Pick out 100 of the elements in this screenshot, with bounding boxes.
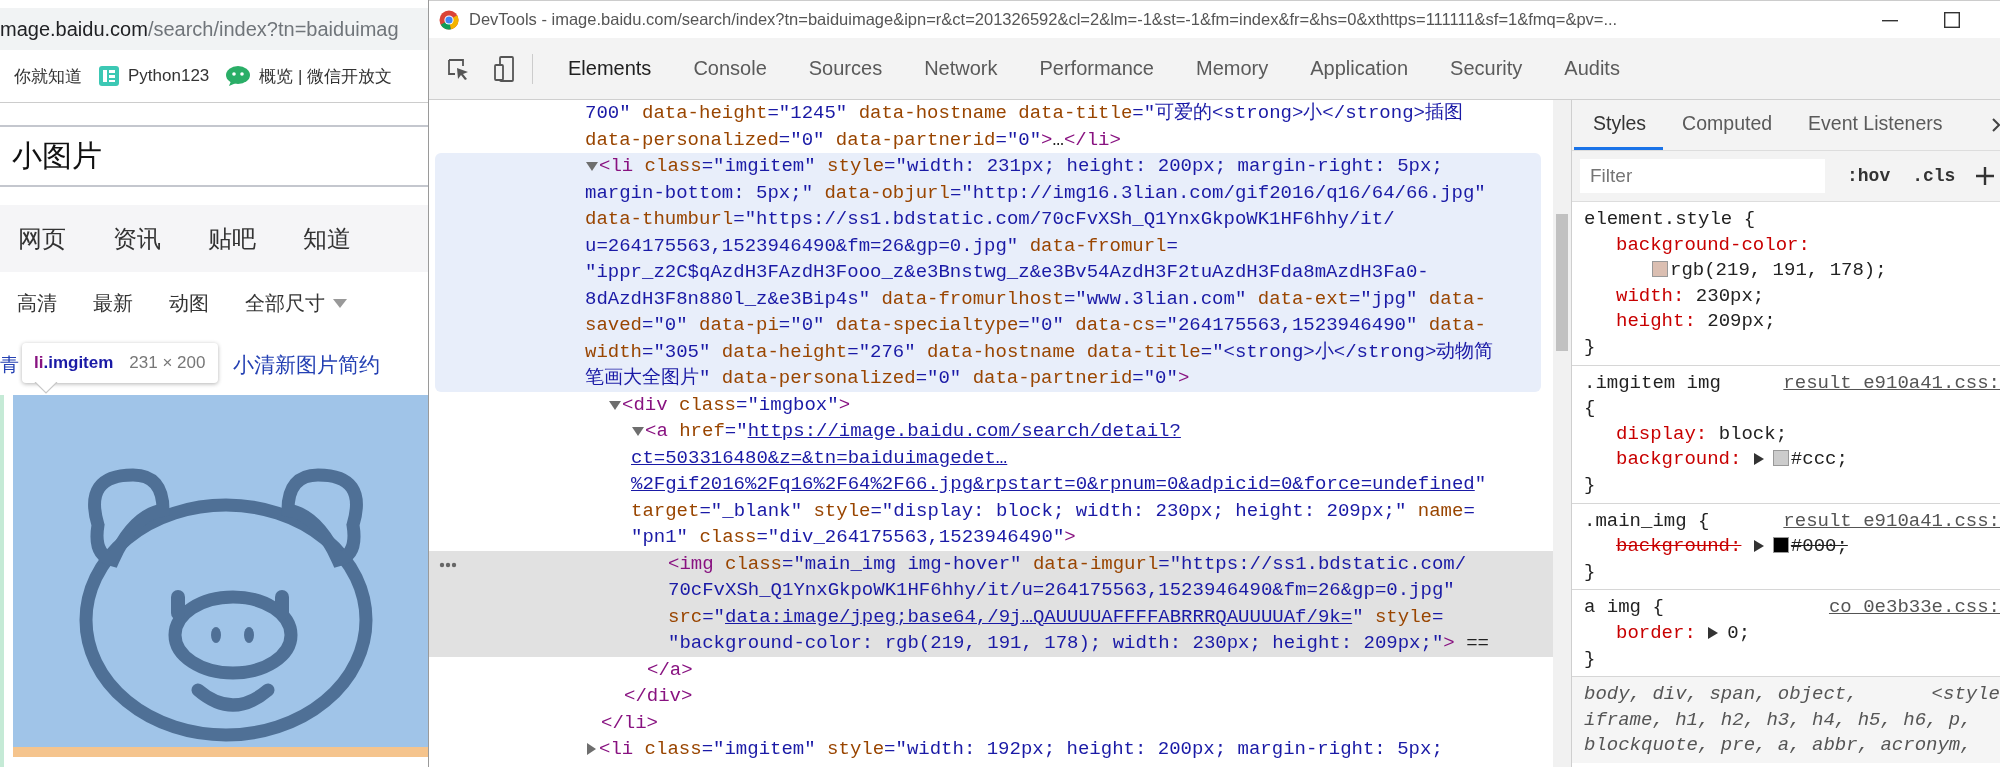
stylesheet-link[interactable]: result_e910a41.css: — [1783, 508, 2000, 535]
maximize-icon[interactable] — [1944, 11, 1960, 28]
nav-tab[interactable]: 网页 — [18, 222, 66, 255]
devtools-tab[interactable]: Sources — [787, 38, 904, 99]
element-tag: li — [34, 353, 44, 373]
css-value: rgb(219, 191, 178); — [1670, 259, 1887, 282]
related-link[interactable]: 青 — [0, 352, 19, 378]
code-line: 笔画大全图片" data-personalized="0" data-partnerid="0"> — [585, 366, 1190, 391]
color-swatch-icon[interactable] — [1652, 261, 1668, 278]
stylesheet-link[interactable]: co_0e3b33e.css: — [1828, 595, 2000, 621]
css-property: background: — [1616, 448, 1742, 471]
filter-option[interactable]: 高清 — [17, 290, 57, 317]
closing-brace: } — [1584, 334, 1596, 360]
css-selector: { — [1584, 396, 1596, 422]
code-line: <li class="imgitem" style="width: 231px; height: 200px; margin-right: 5px; — [599, 154, 1443, 179]
color-swatch-icon[interactable] — [1772, 450, 1789, 467]
code-line: target="_blank" style="display: block; width: 230px; height: 209px;" name= — [631, 498, 1475, 524]
search-field[interactable]: 小图片 — [0, 139, 412, 173]
code-link[interactable]: data:image/jpeg;base64,/9j…QAUUUUAFFFFABRRRQAUUUUAf/9k= — [725, 605, 1353, 628]
filter-field[interactable]: Filter — [1580, 159, 1825, 193]
code-line: <a href="https://image.baidu.com/search/detail? — [645, 419, 1181, 444]
filter-option[interactable]: 动图 — [169, 290, 209, 317]
element-size: 231 × 200 — [129, 353, 206, 373]
add-icon[interactable] — [1975, 166, 1996, 186]
code-line: "background-color: rgb(219, 191, 178); width: 230px; height: 209px;"> == — [668, 631, 1489, 656]
nav-tab[interactable]: 资讯 — [113, 222, 161, 255]
expand-arrow-icon[interactable] — [1707, 625, 1720, 640]
code-link[interactable]: %2Fgif2016%2Fq16%2F64%2F66.jpg&rpstart=0&rpnum=0&adpicid=0&force=undefined — [631, 473, 1475, 495]
address-path: /search/index?tn=baiduimag — [147, 17, 399, 41]
toggle-button[interactable]: :hov — [1847, 166, 1891, 186]
nav-tab[interactable]: 知道 — [303, 222, 351, 255]
css-value: #000; — [1790, 535, 1848, 558]
css-selector: body, div, span, object, — [1584, 682, 1858, 708]
code-line: 70cFvXSh_Q1YnxGkpoWK1HF6hhy/it/u=264175563,1523946490&fm=26&gp=0.jpg" — [668, 578, 1455, 603]
more-icon[interactable] — [439, 561, 457, 568]
filter-option[interactable]: 全部尺寸 — [245, 290, 325, 317]
code-line: saved="0" data-pi="0" data-specialtype="0" data-cs="264175563,1523946490" data- — [585, 313, 1486, 338]
css-property: height: — [1616, 310, 1696, 333]
code-line: </li> — [601, 710, 658, 736]
css-selector: a img { — [1584, 595, 1664, 621]
css-property: width: — [1616, 284, 1685, 307]
device-icon[interactable] — [494, 55, 514, 82]
filter-option[interactable]: 最新 — [93, 290, 133, 317]
code-link[interactable]: https://image.baidu.com/search/detail? — [747, 420, 1181, 442]
code-line: margin-bottom: 5px;" data-objurl="http://img16.3lian.com/gif2016/q16/64/66.jpg" — [585, 180, 1486, 206]
devtools-tab[interactable]: Security — [1429, 38, 1544, 99]
devtools-tab[interactable]: Audits — [1543, 38, 1641, 99]
styles-tab[interactable]: Computed — [1663, 100, 1790, 150]
devtools-tab[interactable]: Memory — [1175, 38, 1290, 99]
styles-tab[interactable]: Event Listeners — [1789, 100, 1960, 150]
closing-brace: } — [1584, 559, 1596, 585]
devtools-tab[interactable]: Network — [903, 38, 1019, 99]
css-selector: .main_img { — [1584, 508, 1710, 534]
css-property: background-color: — [1616, 233, 1810, 256]
expand-arrow-icon[interactable] — [1752, 452, 1765, 467]
devtools-tab[interactable]: Elements — [547, 38, 673, 99]
chevron-right-icon[interactable] — [1992, 118, 2000, 132]
toggle-button[interactable]: .cls — [1912, 166, 1956, 186]
chat-bubble-icon — [225, 65, 252, 87]
caret-down-icon[interactable] — [585, 160, 599, 173]
grid-icon — [98, 65, 120, 87]
browser-logo-icon — [439, 9, 459, 30]
hovered-node-highlight[interactable] — [435, 153, 1541, 392]
selected-node-highlight[interactable] — [429, 550, 1553, 657]
color-swatch-icon[interactable] — [1772, 537, 1789, 554]
code-line: data-thumburl="https://ss1.bdstatic.com/70cFvXSh_Q1YnxGkpoWK1HF6hhy/it/ — [585, 207, 1395, 232]
devtools-tab[interactable]: Console — [672, 38, 788, 99]
code-line: 700" data-height="1245" data-hostname data-title="可爱的<strong>小</strong>插图 — [585, 101, 1463, 126]
caret-down-icon[interactable] — [608, 398, 622, 411]
devtools-tab[interactable]: Performance — [1018, 38, 1175, 99]
devtools-tab[interactable]: Application — [1289, 38, 1430, 99]
expand-arrow-icon[interactable] — [1752, 539, 1765, 554]
bookmark-link[interactable]: 你就知道 — [14, 64, 82, 88]
bookmark-link[interactable]: 概览 | 微信开放文 — [259, 64, 393, 88]
stylesheet-link[interactable]: result_e910a41.css: — [1783, 370, 2000, 397]
code-line: </a> — [647, 657, 693, 683]
code-line: u=264175563,1523946490&fm=26&gp=0.jpg" data-fromurl= — [585, 233, 1178, 259]
code-link[interactable]: ct=503316480&z=&tn=baiduimagedet… — [631, 446, 1008, 469]
code-line: <li class="imgitem" style="width: 192px; height: 200px; margin-right: 5px; — [599, 737, 1443, 762]
code-line: "ippr_z2C$qAzdH3FAzdH3Fooo_z&e3Bnstwg_z&e3Bv54AzdH3F2tuAzdH3Fda8mAzdH3Fa0- — [585, 260, 1429, 285]
code-line: data-personalized="0" data-partnerid="0">…</li> — [585, 127, 1121, 153]
css-selector: element.style { — [1584, 207, 1756, 232]
css-property: background: — [1616, 535, 1742, 558]
css-selector: .imgitem img — [1584, 370, 1721, 396]
css-value: 230px; — [1695, 284, 1765, 307]
related-link[interactable]: 小清新图片简约 — [233, 351, 380, 379]
bookmark-link[interactable]: Python123 — [128, 66, 210, 86]
inspect-icon[interactable] — [446, 56, 470, 81]
css-property: display: — [1616, 422, 1708, 445]
code-line: src="data:image/jpeg;base64,/9j…QAUUUUAFFFFABRRRQAUUUUAf/9k=" style= — [668, 604, 1444, 630]
scrollbar[interactable] — [1553, 100, 1571, 767]
css-selector: iframe, h1, h2, h3, h4, h5, h6, p, — [1584, 707, 1972, 733]
css-value: 209px; — [1707, 310, 1776, 333]
css-value: block; — [1718, 422, 1788, 445]
nav-tab[interactable]: 贴吧 — [208, 222, 256, 255]
caret-down-icon[interactable] — [631, 425, 645, 438]
code-line: width="305" data-height="276" data-hostname data-title="<strong>小</strong>动物简 — [585, 339, 1494, 365]
css-selector: blockquote, pre, a, abbr, acronym, — [1584, 733, 1972, 759]
css-value: #ccc; — [1790, 448, 1848, 471]
element-class: .imgitem — [43, 353, 114, 373]
